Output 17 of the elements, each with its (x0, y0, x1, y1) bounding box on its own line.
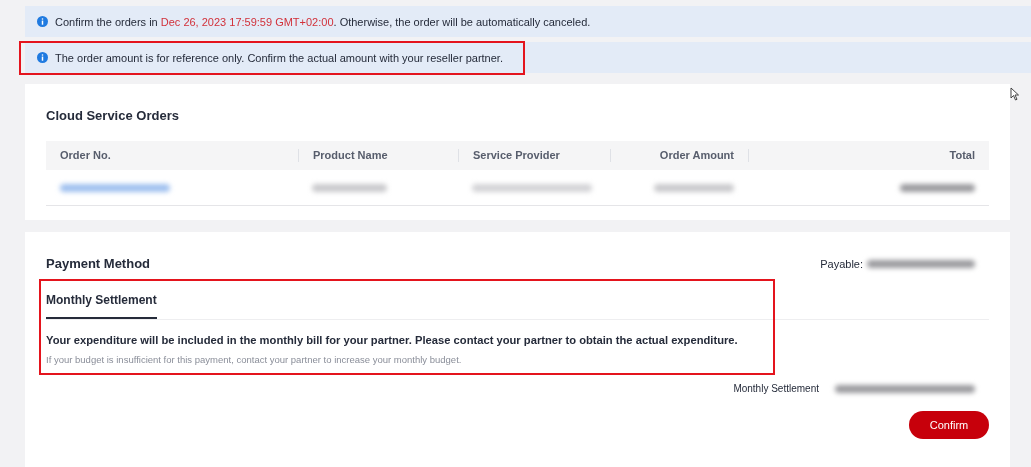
payable-label: Payable: (820, 257, 863, 270)
section-title: Payment Method (46, 256, 150, 271)
hint-text: If your budget is insufficient for this payment, contact your partner to increase your monthly budget. (46, 354, 463, 365)
column-header: Order No. (59, 149, 112, 162)
section-title: Cloud Service Orders (46, 108, 180, 123)
confirm-button[interactable]: Confirm (909, 411, 989, 439)
notice-text: Confirm the orders in Dec 26, 2023 17:59:59 GMT+02:00. Otherwise, the order will be automatically canceled. (55, 15, 591, 28)
column-header: Product Name (298, 149, 458, 162)
column-header: Service Provider (458, 149, 610, 162)
settlement-label: Monthly Settlement (733, 383, 819, 394)
info-icon (37, 16, 48, 27)
tab[interactable]: Monthly Settlement (46, 289, 157, 319)
info-icon (37, 52, 48, 63)
message-text: Your expenditure will be included in the monthly bill for your partner. Please contact your partner to obtain the actual expenditure. (46, 334, 739, 346)
column-header: Order Amount (610, 149, 748, 162)
column-header: Total (748, 149, 989, 162)
notice-text: The order amount is for reference only. Confirm the actual amount with your reseller partner. (55, 51, 503, 64)
